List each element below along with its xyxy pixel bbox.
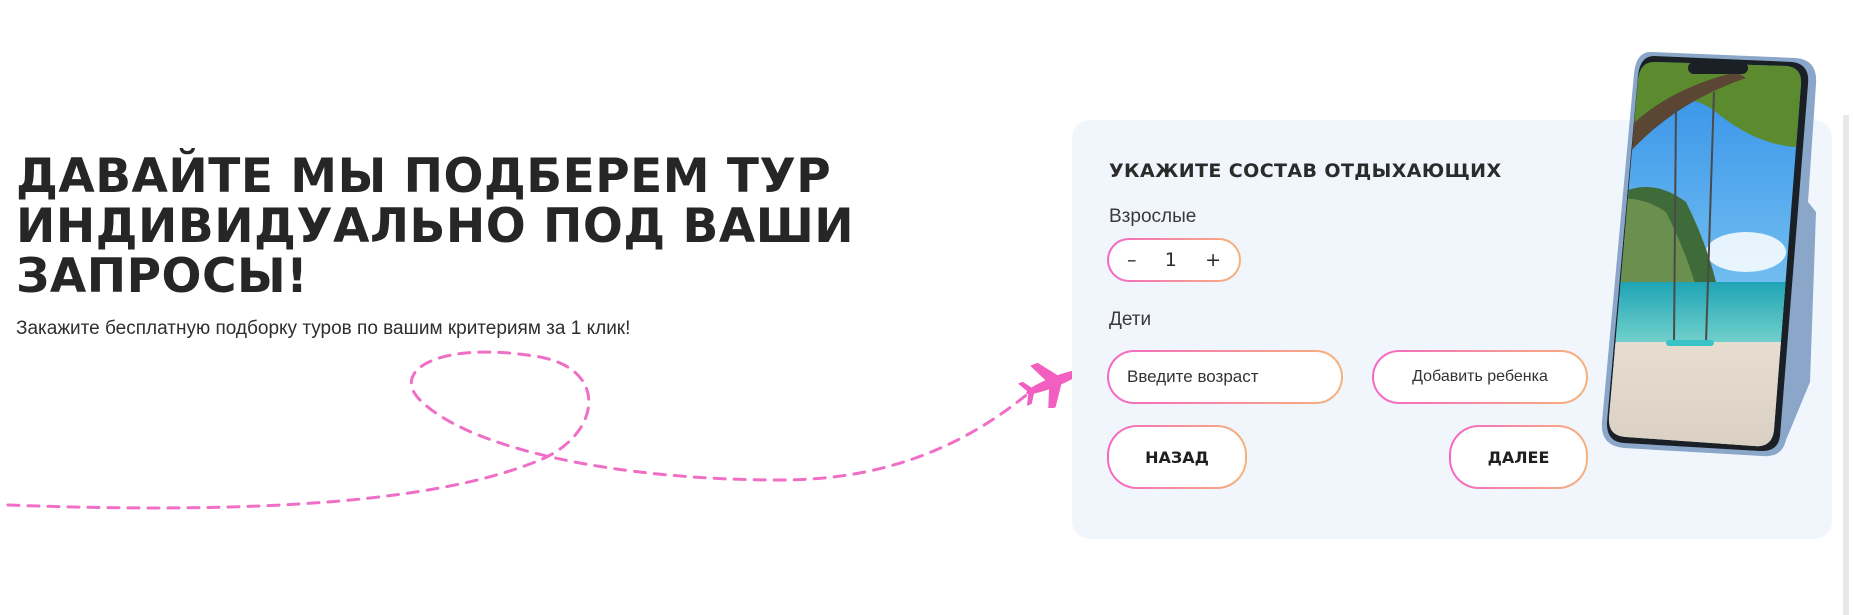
next-button[interactable]: ДАЛЕЕ xyxy=(1449,425,1588,489)
add-child-button[interactable]: Добавить ребенка xyxy=(1372,350,1588,404)
phone-mockup-image xyxy=(1601,52,1817,457)
child-age-input[interactable] xyxy=(1125,366,1325,388)
card-title: УКАЖИТЕ СОСТАВ ОТДЫХАЮЩИХ xyxy=(1109,160,1502,182)
hero-title-line-1: ДАВАЙТЕ МЫ ПОДБЕРЕМ ТУР xyxy=(16,149,832,204)
adults-count: 1 xyxy=(1164,249,1177,271)
flight-path-decoration xyxy=(6,350,1032,510)
hero-subtitle: Закажите бесплатную подборку туров по ва… xyxy=(16,318,631,339)
children-label: Дети xyxy=(1109,309,1152,330)
adults-decrement-button[interactable]: – xyxy=(1127,249,1137,271)
adults-increment-button[interactable]: + xyxy=(1205,249,1221,271)
hero-title: ДАВАЙТЕ МЫ ПОДБЕРЕМ ТУР ИНДИВИДУАЛЬНО ПО… xyxy=(16,152,854,302)
adults-label: Взрослые xyxy=(1109,206,1197,227)
back-button[interactable]: НАЗАД xyxy=(1107,425,1247,489)
hero-title-line-3: ЗАПРОСЫ! xyxy=(16,249,309,304)
adults-stepper: – 1 + xyxy=(1107,238,1241,282)
scrollbar-track[interactable] xyxy=(1843,115,1849,615)
hero-title-line-2: ИНДИВИДУАЛЬНО ПОД ВАШИ xyxy=(16,199,855,254)
child-age-field xyxy=(1107,350,1343,404)
